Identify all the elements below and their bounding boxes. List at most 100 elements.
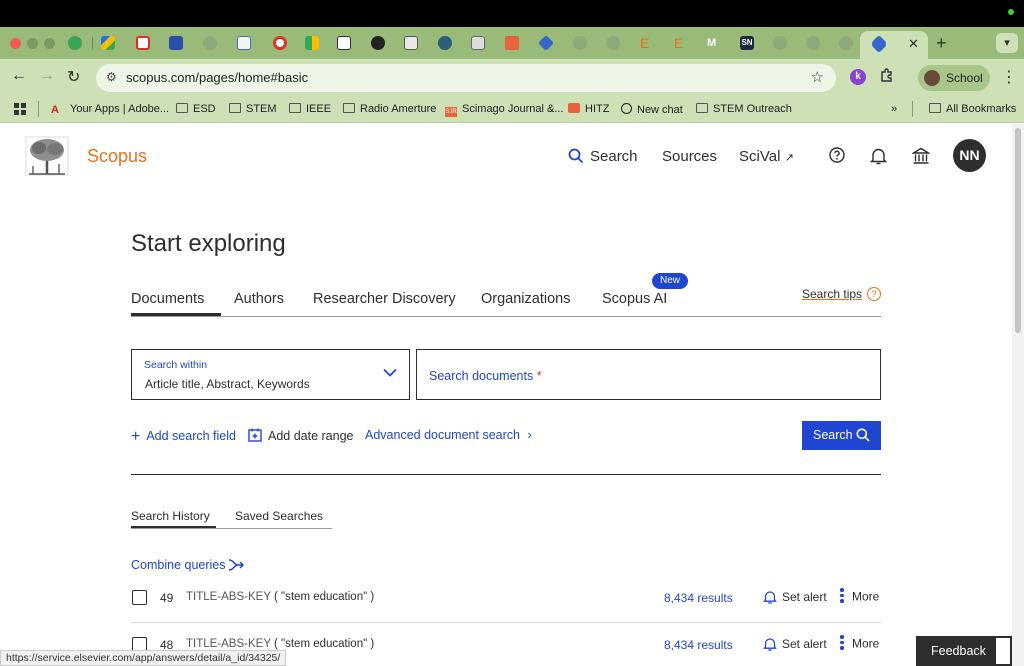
zoom-window-icon[interactable] bbox=[44, 38, 55, 49]
row-results-link[interactable]: 8,434 results bbox=[664, 591, 733, 605]
page-scrollbar[interactable] bbox=[1012, 124, 1024, 666]
add-search-field-button[interactable]: + Add search field bbox=[131, 428, 236, 446]
tab-favicon-gear-icon[interactable] bbox=[438, 36, 452, 50]
search-tips-link[interactable]: Search tips bbox=[802, 287, 862, 301]
tab-favicon-calendar-icon[interactable] bbox=[169, 36, 183, 50]
tab-favicon-pki-icon[interactable] bbox=[337, 36, 351, 50]
combine-queries-link[interactable]: Combine queries bbox=[131, 558, 226, 572]
tab-favicon-globe-icon[interactable] bbox=[806, 36, 820, 50]
set-alert-button[interactable]: Set alert bbox=[763, 637, 827, 651]
scrollbar-thumb[interactable] bbox=[1015, 128, 1021, 333]
tab-favicon-gmail-icon[interactable] bbox=[136, 36, 150, 50]
close-tab-icon[interactable]: ✕ bbox=[908, 36, 919, 52]
bookmark-stem[interactable]: STEM bbox=[229, 103, 277, 115]
back-arrow-icon[interactable]: ← bbox=[11, 67, 27, 85]
new-tab-button[interactable]: + bbox=[936, 33, 947, 54]
tab-scopus-ai[interactable]: Scopus AI bbox=[602, 291, 667, 307]
row-query[interactable]: TITLE-ABS-KEY ( "stem education" ) bbox=[186, 638, 374, 650]
tab-favicon-globe-icon[interactable] bbox=[203, 36, 217, 50]
scopus-brand[interactable]: Scopus bbox=[87, 146, 147, 167]
row-query[interactable]: TITLE-ABS-KEY ( "stem education" ) bbox=[186, 591, 374, 603]
address-bar[interactable]: ⚙ scopus.com/pages/home#basic ☆ bbox=[96, 64, 836, 92]
bell-icon[interactable] bbox=[870, 147, 887, 165]
tab-favicon-globe-icon[interactable] bbox=[573, 36, 587, 50]
tab-favicon-openai-icon[interactable] bbox=[371, 36, 385, 50]
merge-arrow-icon[interactable] bbox=[228, 558, 244, 572]
tab-documents[interactable]: Documents bbox=[131, 291, 204, 307]
bookmark-radio[interactable]: Radio Amerture bbox=[343, 103, 436, 115]
more-button[interactable]: More bbox=[840, 635, 879, 652]
forward-arrow-icon[interactable]: → bbox=[39, 67, 55, 85]
tab-favicon-globe-icon[interactable] bbox=[606, 36, 620, 50]
more-button[interactable]: More bbox=[840, 588, 879, 605]
search-icon[interactable] bbox=[568, 148, 584, 164]
tab-favicon-globe-icon[interactable] bbox=[839, 36, 853, 50]
extension-k-icon[interactable]: k bbox=[850, 69, 866, 85]
profile-button[interactable]: School bbox=[918, 65, 990, 91]
folder-icon bbox=[229, 103, 241, 113]
reload-icon[interactable]: ↻ bbox=[67, 67, 80, 87]
nav-scival[interactable]: SciVal ↗ bbox=[739, 148, 794, 165]
tab-favicon-sheets-icon[interactable] bbox=[305, 36, 319, 50]
more-vertical-icon bbox=[840, 635, 844, 652]
nav-search[interactable]: Search bbox=[590, 148, 638, 165]
tab-favicon-drive-icon[interactable] bbox=[101, 36, 115, 50]
help-icon[interactable] bbox=[829, 147, 845, 163]
tab-favicon-elsevier-icon[interactable] bbox=[471, 36, 485, 50]
history-tabs-divider bbox=[131, 528, 332, 529]
advanced-search-link[interactable]: Advanced document search › bbox=[365, 428, 532, 442]
minimize-window-icon[interactable] bbox=[27, 38, 38, 49]
folder-icon bbox=[696, 103, 708, 113]
bookmark-hitz[interactable]: HITZ bbox=[568, 103, 609, 115]
nav-sources[interactable]: Sources bbox=[662, 148, 717, 165]
bookmark-ieee[interactable]: IEEE bbox=[289, 103, 331, 115]
browser-menu-icon[interactable]: ⋮ bbox=[1001, 67, 1017, 87]
tab-favicon-record-icon[interactable] bbox=[273, 36, 287, 50]
tab-favicon-mendeley-icon[interactable]: M bbox=[707, 36, 721, 50]
tab-favicon-springer-icon[interactable]: SN bbox=[740, 36, 754, 50]
tab-favicon-elsevier-e-icon[interactable]: E bbox=[674, 36, 688, 50]
bookmark-esd[interactable]: ESD bbox=[176, 103, 216, 115]
tab-strip: E E M SN ✕ bbox=[0, 27, 1024, 59]
add-date-range-button[interactable]: Add date range bbox=[248, 428, 354, 443]
tab-search-chevron-down-icon[interactable]: ▾ bbox=[996, 33, 1018, 53]
bookmark-stem-outreach[interactable]: STEM Outreach bbox=[696, 103, 792, 115]
bookmark-new-chat[interactable]: New chat bbox=[621, 103, 683, 116]
user-avatar[interactable]: NN bbox=[953, 139, 986, 172]
search-within-select[interactable]: Search within Article title, Abstract, K… bbox=[131, 349, 410, 400]
bookmark-scimago[interactable]: SJR Scimago Journal &... bbox=[445, 103, 564, 117]
tab-search-history[interactable]: Search History bbox=[131, 509, 210, 523]
tab-researcher-discovery[interactable]: Researcher Discovery bbox=[313, 291, 456, 307]
close-window-icon[interactable] bbox=[10, 38, 21, 49]
bookmarks-separator bbox=[912, 101, 913, 117]
institution-icon[interactable] bbox=[912, 147, 930, 165]
search-documents-placeholder: Search documents * bbox=[429, 369, 542, 383]
search-button[interactable]: Search bbox=[802, 421, 881, 450]
feedback-button[interactable]: Feedback bbox=[916, 636, 1012, 666]
row-results-link[interactable]: 8,434 results bbox=[664, 638, 733, 652]
extensions-puzzle-icon[interactable] bbox=[879, 67, 895, 87]
tab-saved-searches[interactable]: Saved Searches bbox=[235, 509, 323, 523]
elsevier-tree-logo-icon[interactable] bbox=[25, 136, 69, 176]
help-circle-icon[interactable]: ? bbox=[867, 287, 881, 301]
tab-authors[interactable]: Authors bbox=[234, 291, 284, 307]
calendar-plus-icon bbox=[248, 428, 262, 442]
active-tab-scopus[interactable]: ✕ bbox=[860, 31, 928, 59]
tab-favicon-document-icon[interactable] bbox=[404, 36, 418, 50]
tab-favicon-chart-icon[interactable] bbox=[505, 36, 519, 50]
tab-favicon-whatsapp-icon[interactable] bbox=[68, 36, 82, 50]
tab-favicon-globe-icon[interactable] bbox=[773, 36, 787, 50]
bookmark-star-icon[interactable]: ☆ bbox=[811, 68, 824, 86]
bookmark-adobe[interactable]: A Your Apps | Adobe... bbox=[51, 103, 169, 116]
tab-organizations[interactable]: Organizations bbox=[481, 291, 570, 307]
site-settings-icon[interactable]: ⚙ bbox=[106, 70, 117, 84]
search-documents-input[interactable]: Search documents * bbox=[416, 349, 881, 400]
bookmarks-overflow-icon[interactable]: » bbox=[891, 103, 897, 115]
tab-favicon-diamond-icon[interactable] bbox=[538, 35, 554, 51]
apps-grid-icon[interactable] bbox=[14, 103, 26, 118]
set-alert-button[interactable]: Set alert bbox=[763, 590, 827, 604]
row-checkbox[interactable] bbox=[132, 590, 147, 605]
all-bookmarks[interactable]: All Bookmarks bbox=[929, 103, 1016, 115]
tab-favicon-elsevier-e-icon[interactable]: E bbox=[640, 36, 654, 50]
tab-favicon-calendar-day-icon[interactable] bbox=[237, 36, 251, 50]
